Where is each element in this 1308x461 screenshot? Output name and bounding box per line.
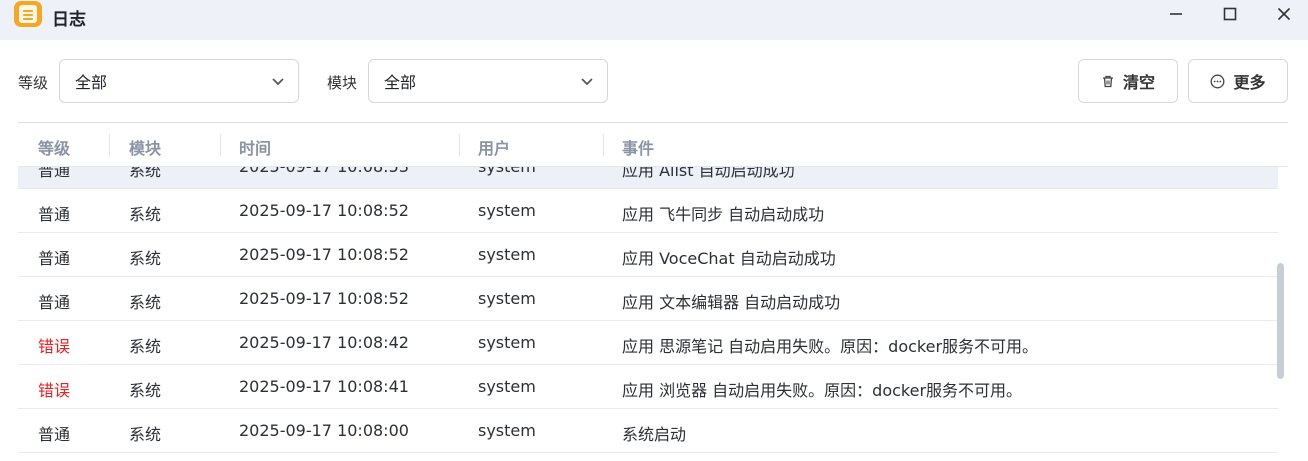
window-title: 日志 xyxy=(52,10,86,30)
cell-time: 2025-09-17 10:08:52 xyxy=(239,201,409,220)
cell-user: system xyxy=(478,421,536,440)
more-button-label: 更多 xyxy=(1233,73,1266,92)
cell-level: 普通 xyxy=(38,249,71,268)
column-divider xyxy=(459,134,460,156)
cell-time: 2025-09-17 10:08:00 xyxy=(239,421,409,440)
trash-icon xyxy=(1102,75,1113,88)
cell-event: 应用 文本编辑器 自动启动成功 xyxy=(622,293,841,312)
table-row[interactable]: 普通 系统 2025-09-17 10:08:52 system 应用 飞牛同步… xyxy=(18,189,1278,233)
level-filter-select[interactable]: 全部 xyxy=(59,59,299,103)
level-filter-value: 全部 xyxy=(75,73,108,92)
cell-event: 应用 浏览器 自动启用失败。原因：docker服务不可用。 xyxy=(622,381,1023,400)
cell-level-error: 错误 xyxy=(38,381,71,400)
minimize-icon[interactable] xyxy=(1163,2,1189,26)
chevron-down-icon xyxy=(581,78,593,86)
table-row[interactable]: 错误 系统 2025-09-17 10:08:41 system 应用 浏览器 … xyxy=(18,365,1278,409)
column-divider xyxy=(109,134,110,156)
cell-module: 系统 xyxy=(129,425,162,444)
cell-module: 系统 xyxy=(129,205,162,224)
column-header-level[interactable]: 等级 xyxy=(38,135,70,159)
more-circle-icon xyxy=(1211,74,1225,88)
cell-event: 系统启动 xyxy=(622,425,687,444)
maximize-icon[interactable] xyxy=(1217,2,1243,26)
cell-user: system xyxy=(478,289,536,308)
cell-time: 2025-09-17 10:08:41 xyxy=(239,377,409,396)
module-filter-select[interactable]: 全部 xyxy=(368,59,608,103)
module-filter-label: 模块 xyxy=(327,74,358,92)
chevron-down-icon xyxy=(272,78,284,86)
cell-time: 2025-09-17 10:08:52 xyxy=(239,245,409,264)
table-scrollbar-thumb[interactable] xyxy=(1277,263,1284,379)
more-button[interactable]: 更多 xyxy=(1188,59,1288,103)
column-header-module[interactable]: 模块 xyxy=(129,135,161,159)
cell-user: system xyxy=(478,333,536,352)
cell-module: 系统 xyxy=(129,249,162,268)
table-row[interactable]: 普通 系统 2025-09-17 10:08:52 system 应用 文本编辑… xyxy=(18,277,1278,321)
cell-user: system xyxy=(478,245,536,264)
close-icon[interactable] xyxy=(1271,2,1297,26)
clear-button[interactable]: 清空 xyxy=(1078,59,1178,103)
table-row[interactable]: 错误 系统 2025-09-17 10:08:42 system 应用 思源笔记… xyxy=(18,321,1278,365)
module-filter-value: 全部 xyxy=(384,73,417,92)
cell-level: 普通 xyxy=(38,425,71,444)
column-header-event[interactable]: 事件 xyxy=(622,135,654,159)
cell-event: 应用 飞牛同步 自动启动成功 xyxy=(622,205,825,224)
column-divider xyxy=(220,134,221,156)
cell-level: 普通 xyxy=(38,205,71,224)
cell-user: system xyxy=(478,377,536,396)
cell-module: 系统 xyxy=(129,381,162,400)
cell-module: 系统 xyxy=(129,337,162,356)
cell-level: 普通 xyxy=(38,293,71,312)
log-table: 普通 系统 2025-09-17 10:08:53 system 应用 Alis… xyxy=(18,122,1288,461)
table-row[interactable]: 普通 系统 2025-09-17 10:08:52 system 应用 Voce… xyxy=(18,233,1278,277)
cell-time: 2025-09-17 10:08:42 xyxy=(239,333,409,352)
table-header: 等级 模块 时间 用户 事件 xyxy=(18,123,1288,167)
column-header-user[interactable]: 用户 xyxy=(478,135,510,159)
log-app-icon xyxy=(14,1,42,27)
clear-button-label: 清空 xyxy=(1122,73,1155,92)
cell-event: 应用 思源笔记 自动启用失败。原因：docker服务不可用。 xyxy=(622,337,1039,356)
level-filter-label: 等级 xyxy=(18,74,49,92)
column-header-time[interactable]: 时间 xyxy=(239,135,271,159)
cell-module: 系统 xyxy=(129,293,162,312)
cell-time: 2025-09-17 10:08:52 xyxy=(239,289,409,308)
column-divider xyxy=(603,134,604,156)
cell-level-error: 错误 xyxy=(38,337,71,356)
cell-user: system xyxy=(478,201,536,220)
cell-event: 应用 VoceChat 自动启动成功 xyxy=(622,249,836,268)
table-row[interactable]: 普通 系统 2025-09-17 10:08:00 system 系统启动 xyxy=(18,409,1278,453)
title-bar: 日志 xyxy=(0,0,1308,40)
